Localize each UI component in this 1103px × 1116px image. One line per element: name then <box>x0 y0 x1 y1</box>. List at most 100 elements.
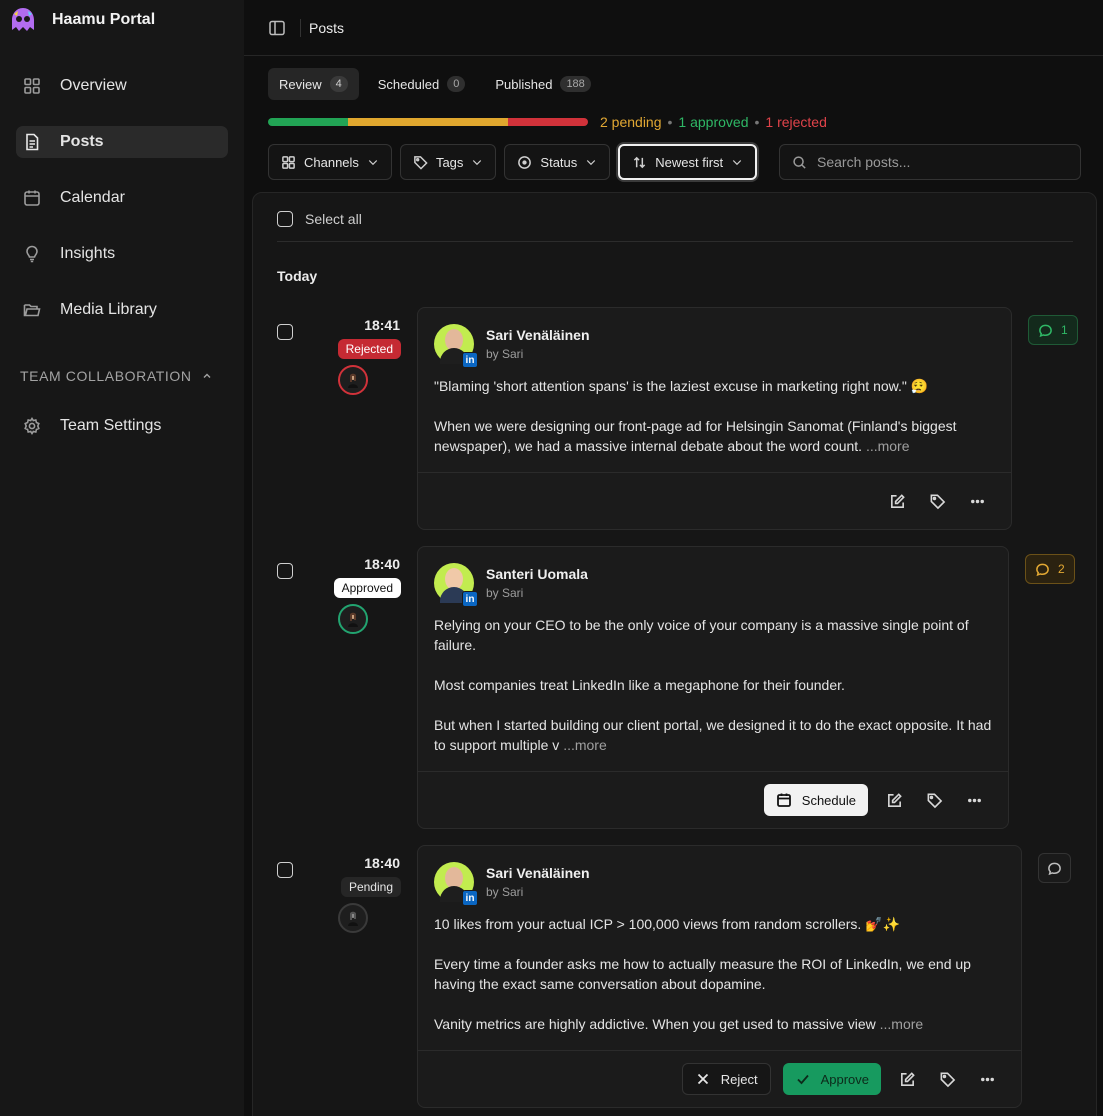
progress-approved-segment <box>268 118 348 126</box>
tag-icon <box>414 155 428 170</box>
sidebar-item-posts[interactable]: Posts <box>16 126 228 158</box>
app-name: Haamu Portal <box>52 11 156 28</box>
sidebar: Haamu Portal Overview Posts Calendar Ins… <box>0 0 244 1116</box>
author-avatar[interactable]: in <box>434 862 478 906</box>
post-author-row: in Sari Venäläinen by Sari <box>434 324 590 368</box>
status-badge: Rejected <box>337 339 401 359</box>
approve-button[interactable]: Approve <box>782 1063 881 1095</box>
filter-label: Tags <box>435 154 464 170</box>
edit-icon <box>887 792 902 807</box>
reviewer-avatar[interactable] <box>338 903 368 933</box>
date-group-label: Today <box>277 268 318 284</box>
search-input[interactable] <box>817 154 1067 170</box>
post-card[interactable]: in Santeri Uomala by Sari Relying on you… <box>417 546 1009 829</box>
tab-published[interactable]: Published 188 <box>484 68 601 100</box>
separator-dot: • <box>667 114 673 130</box>
ellipsis-icon <box>967 798 981 802</box>
read-more-link[interactable]: ...more <box>563 737 607 753</box>
progress-rejected-segment <box>508 118 588 126</box>
tag-button[interactable] <box>923 487 951 515</box>
sidebar-item-calendar[interactable]: Calendar <box>16 182 228 214</box>
edit-button[interactable] <box>883 487 911 515</box>
edit-button[interactable] <box>893 1065 921 1093</box>
comments-button[interactable]: 2 <box>1025 554 1075 584</box>
ghost-logo-icon <box>8 5 38 35</box>
sidebar-toggle-icon <box>269 20 285 35</box>
post-author-row: in Sari Venäläinen by Sari <box>434 862 590 906</box>
ellipsis-icon <box>970 499 984 503</box>
select-all-checkbox[interactable] <box>277 211 293 227</box>
folder-icon <box>23 304 41 317</box>
reviewer-avatar[interactable] <box>338 365 368 395</box>
sidebar-item-label: Insights <box>60 245 116 262</box>
tab-label: Scheduled <box>377 76 440 92</box>
sidebar-item-label: Media Library <box>60 301 157 318</box>
post-paragraph: "Blaming 'short attention spans' is the … <box>434 378 929 394</box>
post-content: 10 likes from your actual ICP > 100,000 … <box>434 914 1009 1054</box>
chevron-down-icon <box>473 160 482 166</box>
more-options-button[interactable] <box>963 487 991 515</box>
filter-label: Channels <box>304 154 359 170</box>
chevron-down-icon <box>587 160 596 166</box>
document-icon <box>26 133 39 151</box>
sidebar-item-team-settings[interactable]: Team Settings <box>16 410 228 442</box>
tab-scheduled[interactable]: Scheduled 0 <box>367 68 477 100</box>
grid-icon <box>24 78 40 94</box>
team-collaboration-section[interactable]: TEAM COLLABORATION <box>20 368 212 384</box>
post-paragraph: Relying on your CEO to be the only voice… <box>434 617 969 653</box>
tab-label: Published <box>495 76 553 92</box>
sidebar-item-label: Overview <box>60 77 127 94</box>
brand[interactable]: Haamu Portal <box>8 4 155 36</box>
post-card[interactable]: in Sari Venäläinen by Sari 10 likes from… <box>417 845 1022 1108</box>
author-avatar[interactable]: in <box>434 324 478 368</box>
read-more-link[interactable]: ...more <box>880 1016 924 1032</box>
select-all-label: Select all <box>305 211 362 227</box>
created-by: by Sari <box>486 885 524 899</box>
post-checkbox[interactable] <box>277 862 293 878</box>
sidebar-item-media-library[interactable]: Media Library <box>16 294 228 326</box>
check-icon <box>796 1074 809 1085</box>
post-time: 18:41 <box>364 317 400 333</box>
select-all-row[interactable]: Select all <box>277 211 362 227</box>
button-label: Schedule <box>801 792 856 808</box>
author-name: Sari Venäläinen <box>486 865 590 881</box>
channels-filter[interactable]: Channels <box>268 144 392 180</box>
post-content: "Blaming 'short attention spans' is the … <box>434 376 999 476</box>
sort-dropdown[interactable]: Newest first <box>618 144 758 180</box>
separator-dot: • <box>754 114 760 130</box>
post-checkbox[interactable] <box>277 324 293 340</box>
tags-filter[interactable]: Tags <box>399 144 497 180</box>
close-icon <box>697 1073 708 1085</box>
sidebar-item-overview[interactable]: Overview <box>16 70 228 102</box>
author-avatar[interactable]: in <box>434 563 478 607</box>
edit-button[interactable] <box>880 786 908 814</box>
read-more-link[interactable]: ...more <box>866 438 910 454</box>
tag-button[interactable] <box>933 1065 961 1093</box>
grid-icon <box>282 155 295 169</box>
section-label: TEAM COLLABORATION <box>20 368 192 384</box>
sidebar-toggle-button[interactable] <box>268 19 286 37</box>
more-options-button[interactable] <box>960 786 988 814</box>
sidebar-item-insights[interactable]: Insights <box>16 238 228 270</box>
reviewer-avatar[interactable] <box>338 604 368 634</box>
status-filter[interactable]: Status <box>504 144 611 180</box>
tab-count-badge: 4 <box>329 76 348 92</box>
status-tabs: Review 4 Scheduled 0 Published 188 <box>268 68 602 100</box>
more-options-button[interactable] <box>973 1065 1001 1093</box>
sort-arrows-icon <box>634 156 646 168</box>
sidebar-item-label: Calendar <box>60 189 125 206</box>
comments-button[interactable] <box>1038 853 1071 883</box>
ellipsis-icon <box>980 1077 994 1081</box>
schedule-button[interactable]: Schedule <box>763 784 868 816</box>
post-checkbox[interactable] <box>277 563 293 579</box>
edit-icon <box>890 493 905 508</box>
tab-review[interactable]: Review 4 <box>268 68 359 100</box>
button-label: Approve <box>820 1071 869 1087</box>
comments-button[interactable]: 1 <box>1028 315 1078 345</box>
tab-count-badge: 0 <box>447 76 466 92</box>
filter-label: Status <box>540 154 578 170</box>
tag-button[interactable] <box>920 786 948 814</box>
divider <box>300 18 301 37</box>
reject-button[interactable]: Reject <box>681 1063 771 1095</box>
post-card[interactable]: in Sari Venäläinen by Sari "Blaming 'sho… <box>417 307 1012 530</box>
